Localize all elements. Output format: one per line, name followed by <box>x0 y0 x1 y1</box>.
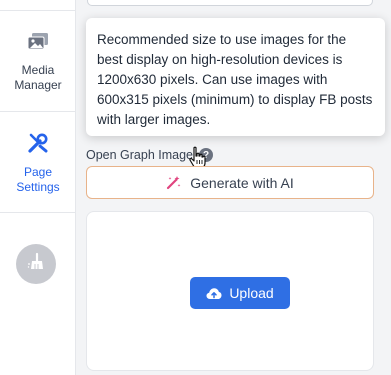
image-size-tooltip: Recommended size to use images for the b… <box>86 18 385 136</box>
cloud-upload-icon <box>206 287 222 300</box>
generate-with-ai-label: Generate with AI <box>190 174 294 191</box>
image-upload-dropzone[interactable]: Upload <box>86 211 374 371</box>
sidebar-item-label: Media <box>21 63 55 77</box>
upload-button[interactable]: Upload <box>190 277 290 309</box>
sidebar-item-page-settings[interactable]: Page Settings <box>0 132 76 195</box>
clean-button[interactable] <box>16 244 56 284</box>
sidebar-item-media-manager[interactable]: Media Manager <box>0 32 76 93</box>
tools-icon <box>27 132 49 159</box>
magic-wand-icon <box>166 175 181 190</box>
sidebar-item-label: Page <box>23 165 52 179</box>
tooltip-text: Recommended size to use images for the b… <box>97 32 373 127</box>
generate-with-ai-button[interactable]: Generate with AI <box>86 166 374 199</box>
sidebar-divider <box>0 111 76 112</box>
sidebar: Media Manager Page Settings <box>0 0 76 375</box>
previous-field-card <box>87 0 373 6</box>
sidebar-item-label: Settings <box>16 180 60 194</box>
broom-icon <box>26 252 46 277</box>
main-panel: Recommended size to use images for the b… <box>77 0 391 375</box>
images-icon <box>27 32 49 57</box>
sidebar-divider <box>0 10 76 11</box>
sidebar-divider <box>0 212 76 213</box>
sidebar-item-label: Manager <box>14 78 62 92</box>
upload-label: Upload <box>229 285 274 301</box>
og-image-label: Open Graph Image <box>86 148 194 162</box>
